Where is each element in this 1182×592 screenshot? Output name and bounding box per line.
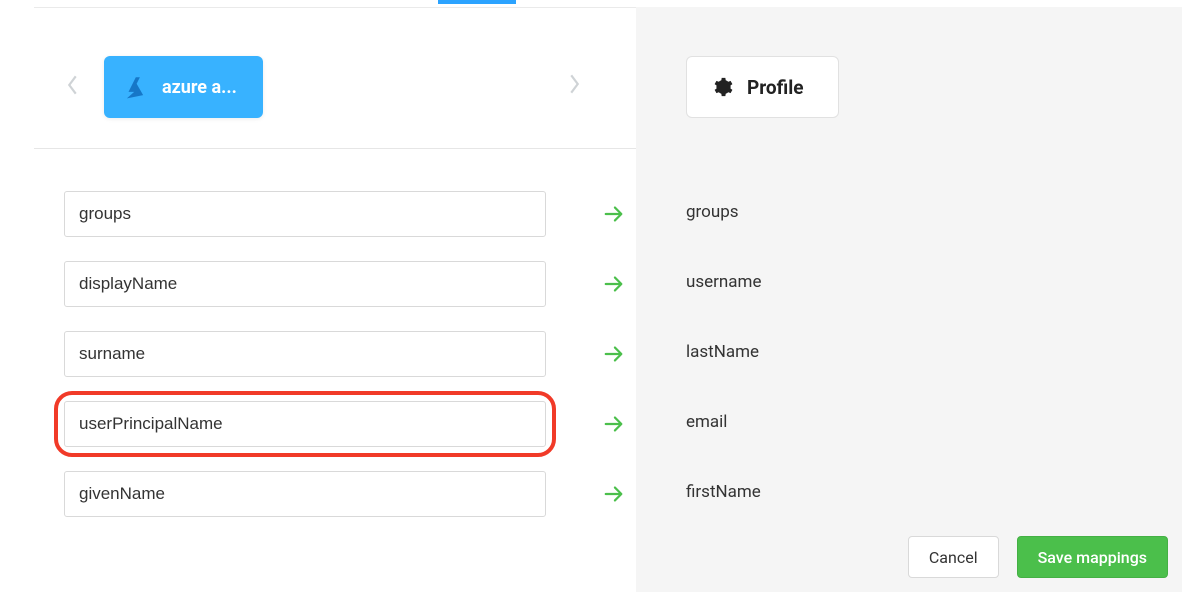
source-field-wrap bbox=[64, 331, 546, 377]
arrow-right-icon bbox=[600, 410, 628, 438]
target-field-label: lastName bbox=[686, 342, 759, 362]
section-divider bbox=[34, 148, 636, 149]
cancel-button[interactable]: Cancel bbox=[908, 536, 999, 578]
target-field-label: firstName bbox=[686, 482, 761, 502]
source-chip-label: azure a... bbox=[162, 77, 237, 98]
target-field-label: groups bbox=[686, 202, 739, 222]
source-field-wrap bbox=[64, 191, 546, 237]
chevron-right-icon bbox=[568, 72, 581, 100]
mapping-row: lastName bbox=[34, 320, 1182, 390]
target-field-label: username bbox=[686, 272, 761, 292]
active-tab-underline bbox=[438, 0, 516, 4]
mapping-row: groups bbox=[34, 180, 1182, 250]
arrow-right-icon bbox=[600, 480, 628, 508]
source-field-input[interactable] bbox=[64, 401, 546, 447]
source-field-wrap bbox=[64, 401, 546, 447]
gear-icon bbox=[711, 76, 733, 98]
save-mappings-button-label: Save mappings bbox=[1038, 548, 1147, 567]
source-chip-azure[interactable]: azure a... bbox=[104, 56, 263, 118]
target-chip-profile[interactable]: Profile bbox=[686, 56, 839, 118]
save-mappings-button[interactable]: Save mappings bbox=[1017, 536, 1168, 578]
source-selector: azure a... bbox=[58, 56, 263, 118]
mapping-row: firstName bbox=[34, 460, 1182, 530]
next-source-button[interactable] bbox=[560, 56, 588, 116]
arrow-right-icon bbox=[600, 270, 628, 298]
source-field-input[interactable] bbox=[64, 261, 546, 307]
mapping-row: username bbox=[34, 250, 1182, 320]
mapping-row: email bbox=[34, 390, 1182, 460]
target-field-label: email bbox=[686, 412, 727, 432]
cancel-button-label: Cancel bbox=[929, 548, 978, 567]
azure-icon bbox=[122, 74, 148, 100]
chevron-left-icon bbox=[66, 73, 79, 101]
arrow-right-icon bbox=[600, 340, 628, 368]
source-field-wrap bbox=[64, 261, 546, 307]
mapping-page: azure a... Profile groups username lastNam… bbox=[0, 0, 1182, 592]
arrow-right-icon bbox=[600, 200, 628, 228]
target-chip-label: Profile bbox=[747, 76, 804, 99]
footer-actions: Cancel Save mappings bbox=[908, 536, 1168, 578]
mapping-rows: groups username lastName email firstName bbox=[34, 180, 1182, 530]
source-field-wrap bbox=[64, 471, 546, 517]
source-field-input[interactable] bbox=[64, 471, 546, 517]
prev-source-button[interactable] bbox=[58, 57, 86, 117]
source-field-input[interactable] bbox=[64, 191, 546, 237]
source-field-input[interactable] bbox=[64, 331, 546, 377]
